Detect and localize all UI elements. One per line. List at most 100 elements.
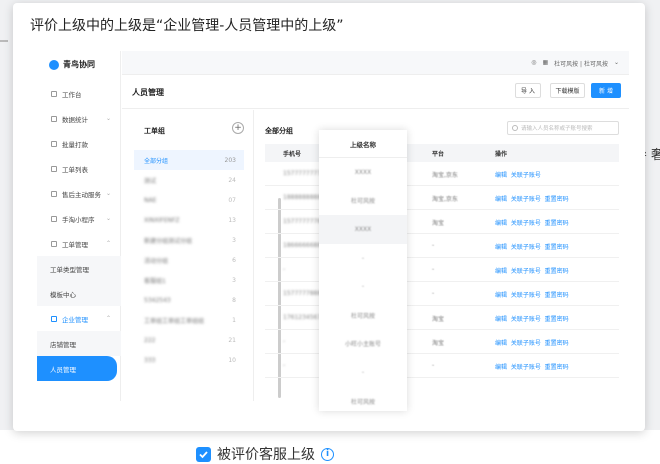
row-actions[interactable]: 编辑 关联子账号 重置密码 bbox=[495, 242, 569, 251]
download-template-button: 下载模版 bbox=[550, 83, 585, 98]
group-item[interactable]: 222 21 bbox=[134, 330, 244, 350]
row-platform: 淘宝 bbox=[432, 316, 445, 323]
staff-list: 全部分组 请输入人员名称或子账号搜索 手机号 平台 操作 15777777778… bbox=[255, 110, 629, 401]
enterprise-icon bbox=[51, 315, 57, 322]
brand-logo: 青鸟协同 bbox=[49, 59, 95, 70]
sidebar-item[interactable]: 模板中心 bbox=[37, 281, 121, 306]
group-count: 203 bbox=[224, 156, 236, 164]
group-name: 新建分组测试分组 bbox=[144, 237, 193, 245]
chevron-down-icon: ⌄ bbox=[613, 59, 619, 66]
column-platform: 平台 bbox=[432, 151, 445, 158]
group-name: 222 bbox=[144, 336, 156, 344]
row-actions[interactable]: 编辑 关联子账号 重置密码 bbox=[495, 338, 569, 347]
miniapp-icon bbox=[51, 215, 57, 222]
sidebar-item[interactable]: 售后主动服务 ⌄ bbox=[37, 181, 121, 206]
group-count: 3 bbox=[232, 236, 236, 244]
group-item[interactable]: XINXIFENFZ 13 bbox=[134, 210, 244, 230]
chevron-icon: ⌄ bbox=[105, 215, 111, 222]
row-phone: - bbox=[283, 362, 286, 369]
column-ops: 操作 bbox=[495, 151, 508, 158]
column-superior: 上级名称 bbox=[319, 130, 407, 158]
group-name: 测试 bbox=[144, 177, 157, 185]
sidebar-item-label: 数据统计 bbox=[62, 115, 88, 124]
row-actions[interactable]: 编辑 关联子账号 重置密码 bbox=[495, 362, 569, 371]
row-platform: 淘宝,京东 bbox=[432, 196, 458, 203]
group-count: 21 bbox=[228, 336, 236, 344]
row-phone: - bbox=[283, 338, 286, 345]
user-name: 杜可风按 | 杜可风按 bbox=[554, 61, 608, 68]
superior-cell: - bbox=[319, 358, 407, 387]
group-item[interactable]: 333 10 bbox=[134, 350, 244, 370]
list-title: 全部分组 bbox=[265, 127, 293, 135]
search-input: 请输入人员名称或子账号搜索 bbox=[507, 121, 619, 135]
sidebar-item[interactable]: 企业管理 ⌃ bbox=[37, 306, 121, 331]
info-icon[interactable]: i bbox=[321, 447, 334, 461]
sidebar-item[interactable]: 工单类型管理 bbox=[37, 256, 121, 281]
group-name: 活动分组 bbox=[144, 257, 169, 265]
sidebar-item[interactable]: 批量打款 bbox=[37, 131, 121, 156]
sidebar-item-label: 工单列表 bbox=[62, 165, 88, 174]
superior-column-highlight: 上级名称 XXXX 杜可风按 XXXX - - 杜可风按 小旺小主账号 - 杜可风按 bbox=[319, 130, 407, 411]
group-count: 10 bbox=[228, 356, 236, 364]
group-count: 13 bbox=[228, 216, 236, 224]
group-name: 工单组工单组工单组组 bbox=[144, 317, 205, 325]
superior-cell: XXXX bbox=[319, 215, 407, 244]
brand-icon bbox=[49, 59, 59, 70]
top-bar: ◎ ▦ 杜可风按 | 杜可风按 ⌄ bbox=[122, 51, 629, 75]
group-item[interactable]: 测试 24 bbox=[134, 170, 244, 190]
group-item[interactable]: NAE 07 bbox=[134, 190, 244, 210]
superior-name: XXXX bbox=[354, 168, 372, 176]
grid-icon: ▦ bbox=[542, 59, 549, 66]
chart-icon bbox=[51, 115, 57, 122]
group-name: XINXIFENFZ bbox=[144, 216, 180, 224]
group-item[interactable]: 全部分组 203 bbox=[134, 150, 244, 170]
superior-name: - bbox=[361, 283, 365, 291]
group-name: 5342543 bbox=[144, 296, 171, 304]
popover-title: 评价上级中的上级是“企业管理-人员管理中的上级” bbox=[30, 18, 344, 34]
row-actions[interactable]: 编辑 关联子账号 重置密码 bbox=[495, 314, 569, 323]
row-platform: - bbox=[432, 290, 435, 297]
sidebar-item-label: 工单管理 bbox=[62, 240, 88, 249]
brand-name: 青鸟协同 bbox=[63, 60, 95, 69]
sidebar-item[interactable]: 工单管理 ⌃ bbox=[37, 231, 121, 256]
group-item[interactable]: 新建分组测试分组 3 bbox=[134, 230, 244, 250]
row-actions[interactable]: 编辑 关联子账号 重置密码 bbox=[495, 218, 569, 227]
group-panel-title: 工单组 bbox=[144, 127, 165, 135]
row-platform: 淘宝 bbox=[432, 220, 445, 227]
group-name: 333 bbox=[144, 356, 156, 364]
superior-cells: XXXX 杜可风按 XXXX - - 杜可风按 小旺小主账号 - 杜可风按 bbox=[319, 158, 407, 415]
headset-icon: ◎ bbox=[531, 59, 537, 66]
sidebar-item[interactable]: 店铺管理 bbox=[37, 331, 121, 356]
dashboard-icon bbox=[51, 90, 57, 97]
group-item[interactable]: 活动分组 6 bbox=[134, 250, 244, 270]
superior-checkbox-row[interactable]: 被评价客服上级 i bbox=[196, 444, 334, 464]
sidebar-item[interactable]: 工单列表 bbox=[37, 156, 121, 181]
superior-cell: 杜可风按 bbox=[319, 387, 407, 416]
row-actions[interactable]: 编辑 关联子账号 重置密码 bbox=[495, 266, 569, 275]
group-count: 8 bbox=[232, 296, 236, 304]
superior-name: 杜可风按 bbox=[350, 198, 375, 206]
sidebar-item[interactable]: 人员管理 bbox=[37, 356, 117, 381]
group-panel: 工单组 + 全部分组 203 测试 24 NAE 07 XINXIFENFZ 13 新建分组测试… bbox=[122, 110, 281, 401]
group-item[interactable]: 5342543 8 bbox=[134, 290, 244, 310]
top-user-info: ◎ ▦ 杜可风按 | 杜可风按 ⌄ bbox=[531, 59, 619, 68]
superior-cell: - bbox=[319, 244, 407, 273]
sidebar-item-label: 店铺管理 bbox=[50, 340, 76, 349]
group-count: 3 bbox=[232, 276, 236, 284]
sidebar-item[interactable]: 工作台 bbox=[37, 81, 121, 106]
group-name: 客服组1 bbox=[144, 277, 166, 285]
group-item[interactable]: 工单组工单组工单组组 1 bbox=[134, 310, 244, 330]
row-actions[interactable]: 编辑 关联子账号 bbox=[495, 170, 541, 179]
service-icon bbox=[51, 190, 57, 197]
sidebar-item[interactable]: 数据统计 ⌄ bbox=[37, 106, 121, 131]
row-actions[interactable]: 编辑 关联子账号 重置密码 bbox=[495, 194, 569, 203]
superior-checkbox[interactable] bbox=[196, 446, 211, 462]
superior-name: 杜可风按 bbox=[350, 398, 375, 406]
sidebar-item-label: 人员管理 bbox=[50, 365, 76, 374]
column-phone: 手机号 bbox=[283, 151, 302, 158]
superior-name: 杜可风按 bbox=[350, 312, 375, 320]
group-item[interactable]: 客服组1 3 bbox=[134, 270, 244, 290]
row-actions[interactable]: 编辑 关联子账号 重置密码 bbox=[495, 290, 569, 299]
sidebar-item[interactable]: 手淘小程序 ⌄ bbox=[37, 206, 121, 231]
checkmark-icon bbox=[199, 450, 208, 458]
